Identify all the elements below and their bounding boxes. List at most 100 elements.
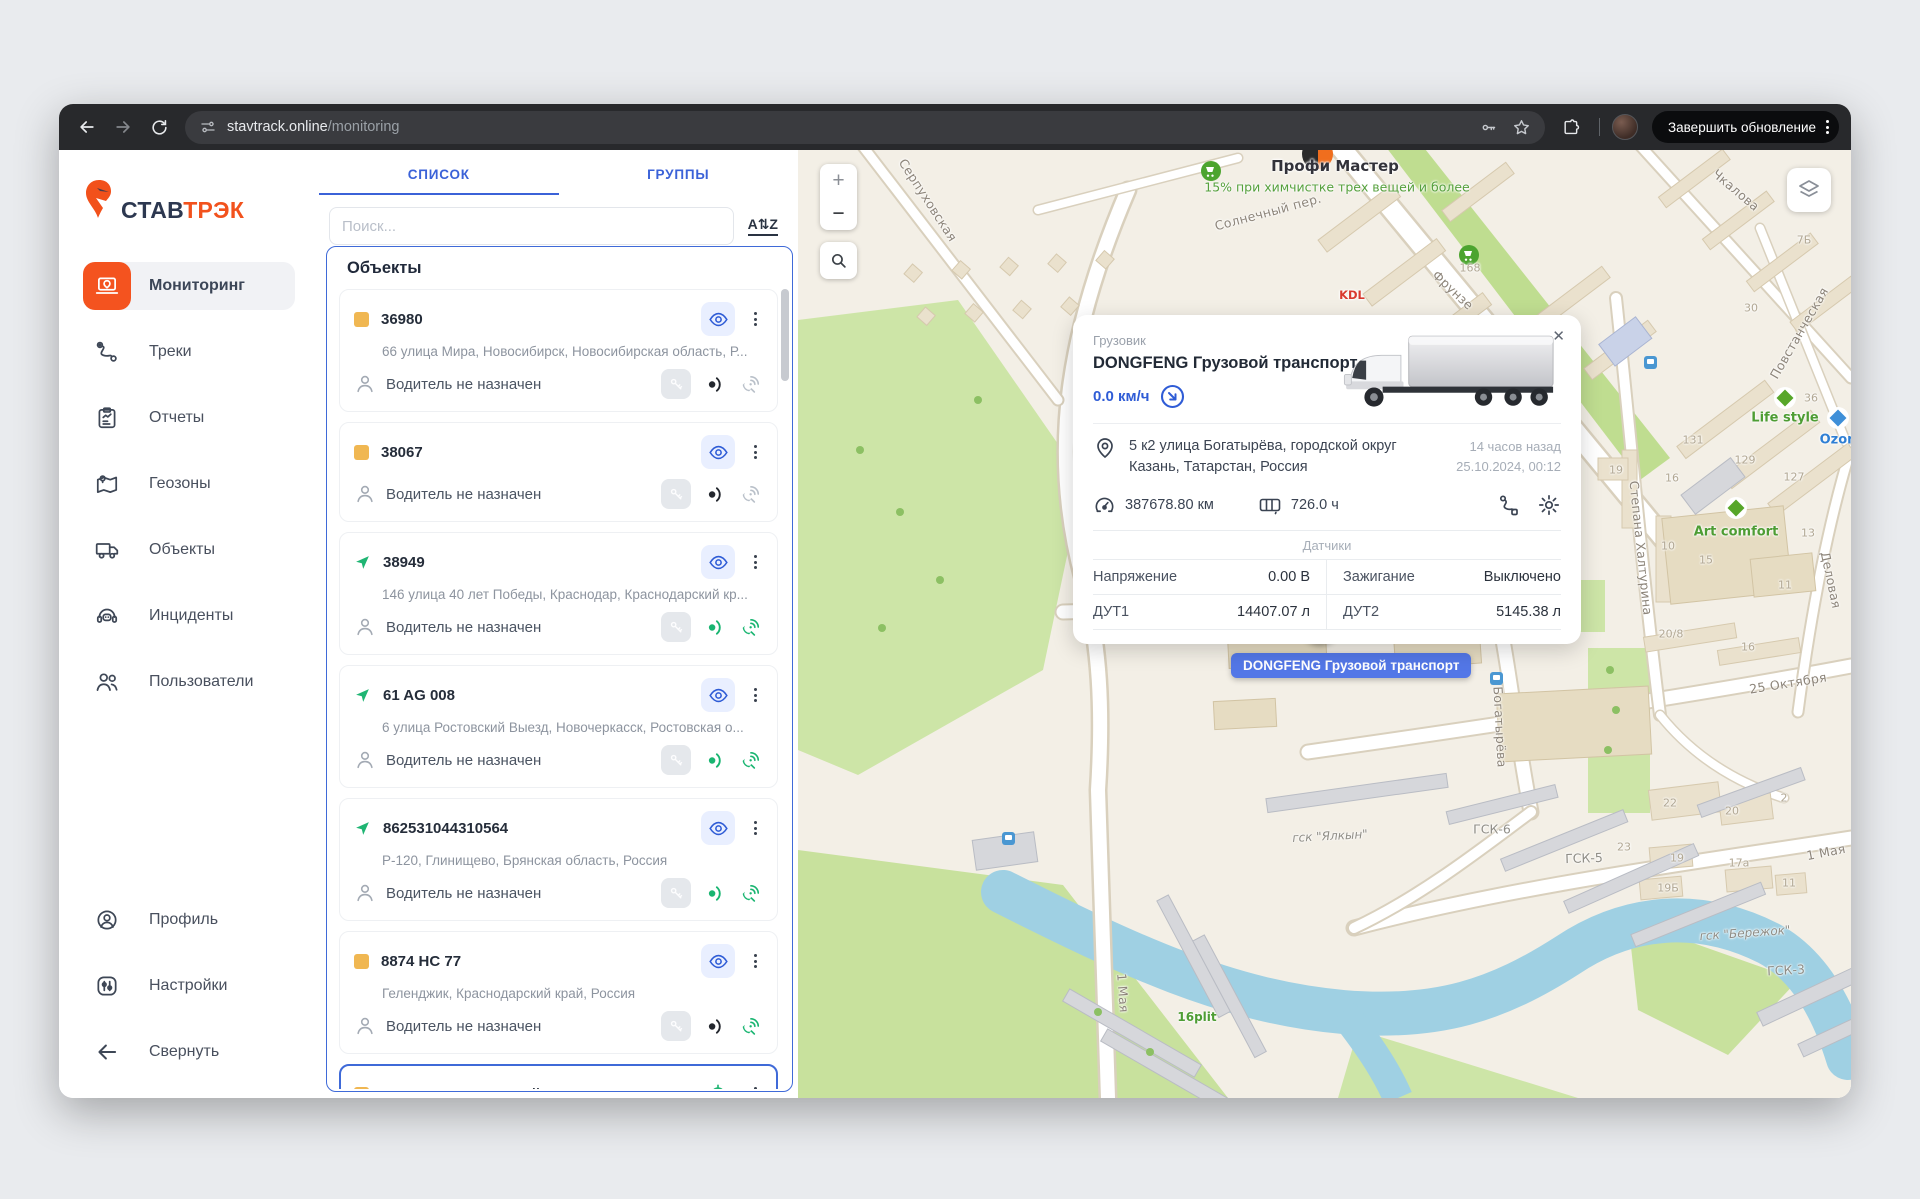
satellite-icon [737, 747, 763, 773]
sidebar-item-label: Настройки [149, 977, 227, 995]
sort-az-button[interactable]: A⇅Z [748, 216, 778, 236]
settings-icon [83, 962, 131, 1010]
show-track-icon[interactable] [1497, 493, 1521, 517]
driver-label: Водитель не назначен [386, 1018, 651, 1035]
item-menu-button[interactable] [747, 688, 763, 702]
sidebar-item-profile[interactable]: Профиль [83, 896, 295, 944]
list-scrollbar[interactable] [781, 289, 789, 381]
tracks-icon [83, 328, 131, 376]
vehicle-item[interactable]: 8874 HC 77 Геленджик, Краснодарский край… [339, 931, 778, 1054]
vehicle-item[interactable]: 38067 Водитель не назначен [339, 422, 778, 522]
sidebar-item-reports[interactable]: Отчеты [83, 394, 295, 442]
sensors-section: Датчики Напряжение0.00 В ЗажиганиеВыключ… [1093, 530, 1561, 630]
mileage-value: 387678.80 км [1125, 497, 1214, 513]
sensors-title: Датчики [1093, 531, 1561, 559]
driver-icon [354, 483, 376, 505]
sensor-value: 0.00 В [1268, 569, 1310, 585]
tab-list[interactable]: СПИСОК [319, 158, 559, 195]
locate-button[interactable] [701, 1077, 735, 1089]
show-on-map-button[interactable] [701, 811, 735, 845]
driver-label: Водитель не назначен [386, 885, 651, 902]
back-icon [77, 117, 97, 137]
vehicle-address: Геленджик, Краснодарский край, Россия [382, 986, 763, 1001]
sidebar-item-users[interactable]: Пользователи [83, 658, 295, 706]
status-parked-icon [354, 954, 369, 969]
gear-icon[interactable] [1537, 493, 1561, 517]
status-parked-icon [354, 445, 369, 460]
item-menu-button[interactable] [747, 555, 763, 569]
map[interactable]: Профи Мастер15% при химчистке трех вещей… [798, 150, 1851, 1098]
toolbar-separator [1599, 118, 1600, 136]
vehicle-address: Р-120, Глинищево, Брянская область, Росс… [382, 853, 763, 868]
browser-window: stavtrack.online/monitoring Завершить об… [59, 104, 1851, 1098]
tab-groups[interactable]: ГРУППЫ [559, 158, 799, 195]
vehicle-item[interactable]: 61 AG 008 6 улица Ростовский Выезд, Ново… [339, 665, 778, 788]
item-menu-button[interactable] [747, 312, 763, 326]
forward-button[interactable] [107, 111, 139, 143]
engine-hours-icon [1258, 495, 1282, 515]
sidebar-item-objects[interactable]: Объекты [83, 526, 295, 574]
search-input[interactable] [329, 207, 734, 245]
sidebar-item-incidents[interactable]: Инциденты [83, 592, 295, 640]
zoom-out-button[interactable]: − [820, 197, 857, 230]
sidebar-item-label: Пользователи [149, 673, 253, 691]
show-on-map-button[interactable] [701, 678, 735, 712]
zoom-in-button[interactable]: + [820, 164, 857, 197]
address-bar[interactable]: stavtrack.online/monitoring [185, 111, 1545, 144]
vehicle-item[interactable]: 862531044310564 Р-120, Глинищево, Брянск… [339, 798, 778, 921]
panel-tabs: СПИСОК ГРУППЫ [319, 158, 798, 195]
driver-label: Водитель не назначен [386, 486, 651, 503]
key-icon [661, 878, 691, 908]
site-settings-icon [199, 118, 217, 136]
back-button[interactable] [71, 111, 103, 143]
profile-avatar[interactable] [1612, 114, 1638, 140]
sensor-value: 14407.07 л [1237, 604, 1310, 620]
location-pin-icon [1093, 436, 1117, 460]
satellite-icon [737, 614, 763, 640]
status-parked-icon [354, 312, 369, 327]
sidebar-item-geozones[interactable]: Геозоны [83, 460, 295, 508]
collapse-arrow-icon [83, 1028, 131, 1076]
reload-button[interactable] [143, 111, 175, 143]
timestamp: 25.10.2024, 00:12 [1456, 457, 1561, 477]
item-menu-button[interactable] [747, 954, 763, 968]
browser-menu-icon[interactable] [1826, 120, 1829, 134]
key-icon [661, 369, 691, 399]
reload-icon [150, 118, 169, 137]
map-search-button[interactable] [820, 242, 857, 279]
map-layers-button[interactable] [1787, 168, 1831, 212]
item-menu-button[interactable] [747, 821, 763, 835]
vehicle-item[interactable]: 36980 66 улица Мира, Новосибирск, Новоси… [339, 289, 778, 412]
sidebar-item-collapse[interactable]: Свернуть [83, 1028, 295, 1076]
sidebar-item-monitoring[interactable]: Мониторинг [83, 262, 295, 310]
password-key-icon[interactable] [1479, 118, 1498, 137]
sensor-name: ДУТ1 [1093, 604, 1129, 620]
reports-icon [83, 394, 131, 442]
show-on-map-button[interactable] [701, 944, 735, 978]
popup-divider [1093, 423, 1561, 424]
vehicle-item[interactable]: 38949 146 улица 40 лет Победы, Краснодар… [339, 532, 778, 655]
satellite-icon [737, 1013, 763, 1039]
show-on-map-button[interactable] [701, 545, 735, 579]
sensor-name: ДУТ2 [1343, 604, 1379, 620]
monitoring-icon [83, 262, 131, 310]
stavtrack-logo: СТАВТРЭК [83, 176, 295, 222]
vehicle-item[interactable]: DONGFENG Грузовой транспорт 5 к2 улица Б… [339, 1064, 778, 1089]
time-ago: 14 часов назад [1456, 437, 1561, 457]
popup-last-update: 14 часов назад 25.10.2024, 00:12 [1456, 437, 1561, 476]
sidebar-item-tracks[interactable]: Треки [83, 328, 295, 376]
vehicle-map-label[interactable]: DONGFENG Грузовой транспорт [1231, 653, 1471, 678]
item-menu-button[interactable] [747, 445, 763, 459]
finish-update-button[interactable]: Завершить обновление [1652, 111, 1839, 143]
vehicle-name: 38949 [383, 554, 689, 571]
extensions-button[interactable] [1555, 111, 1587, 143]
status-moving-icon [354, 554, 371, 571]
eye-icon [708, 552, 729, 573]
item-menu-button[interactable] [747, 1087, 763, 1089]
show-on-map-button[interactable] [701, 302, 735, 336]
show-on-map-button[interactable] [701, 435, 735, 469]
bookmark-star-icon[interactable] [1512, 118, 1531, 137]
sidebar-item-settings[interactable]: Настройки [83, 962, 295, 1010]
driver-icon [354, 749, 376, 771]
sidebar-item-label: Объекты [149, 541, 215, 559]
